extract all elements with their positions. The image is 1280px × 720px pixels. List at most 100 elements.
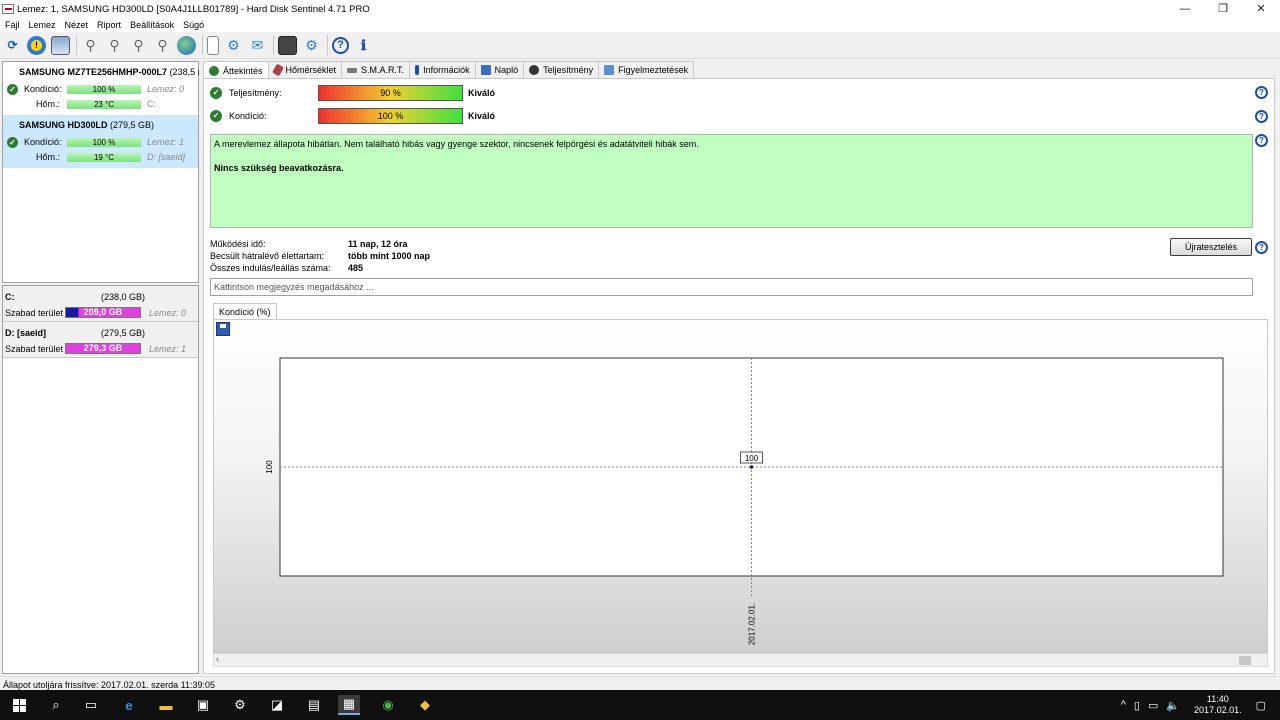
file-explorer-icon[interactable]: ▬	[155, 695, 177, 715]
disk-list: SAMSUNG MZ7TE256HMHP-000L7 (238,5 ( ✓ Ko…	[2, 61, 199, 283]
condition-bar: 100 %	[67, 85, 141, 94]
notifications-icon[interactable]: ▢	[1256, 699, 1266, 712]
disk-test-icon[interactable]: ⚲	[81, 36, 100, 55]
network-icon[interactable]: ▭	[1148, 699, 1158, 712]
tab-overview[interactable]: Áttekintés	[203, 61, 269, 79]
status-bar: Állapot utoljára frissítve: 2017.02.01. …	[0, 676, 1280, 690]
tab-condition-chart[interactable]: Kondíció (%)	[213, 303, 277, 320]
volume-item[interactable]: D: [saeid] (279,5 GB) Szabad terület 279…	[3, 322, 198, 358]
options-icon[interactable]: ⚙	[302, 36, 321, 55]
thermometer-icon	[271, 63, 284, 77]
maximize-button[interactable]: ❐	[1204, 0, 1242, 18]
disk-item[interactable]: SAMSUNG MZ7TE256HMHP-000L7 (238,5 ( ✓ Ko…	[3, 62, 200, 115]
disk-name: SAMSUNG MZ7TE256HMHP-000L7 (238,5 (	[19, 67, 199, 77]
toolbar: ⟳ ! ⚲ ⚲ ⚲ ⚲ ⚙ ✉ ⚙ ? ℹ	[0, 32, 1280, 59]
hardware-icon[interactable]	[278, 35, 297, 55]
condition-bar: 100 %	[318, 108, 463, 124]
volume-icon[interactable]: 🔈	[1166, 699, 1180, 712]
app-icon-1[interactable]: ⚙	[229, 695, 251, 715]
start-button[interactable]	[8, 695, 30, 715]
refresh-icon[interactable]: ⟳	[3, 36, 22, 55]
check-icon: ✓	[210, 87, 222, 99]
volume-item[interactable]: C: (238,0 GB) Szabad terület 209,0 GB Le…	[3, 286, 198, 322]
menu-file[interactable]: Fájl	[5, 20, 20, 30]
search-icon[interactable]: ⌕	[45, 695, 67, 715]
help-icon[interactable]: ?	[1255, 134, 1268, 147]
extended-test-icon[interactable]: ⚲	[153, 36, 172, 55]
check-icon	[209, 65, 219, 76]
note-input[interactable]: Kattintson megjegyzés megadásához ...	[210, 278, 1253, 296]
check-icon: ✓	[7, 137, 18, 148]
minimize-button[interactable]: —	[1166, 0, 1204, 18]
retest-button[interactable]: Újratesztelés	[1170, 238, 1252, 256]
disk-item-selected[interactable]: SAMSUNG HD300LD (279,5 GB) ✓ Kondíció: 1…	[3, 115, 198, 168]
toolbar-separator	[76, 35, 77, 55]
app-icon-4[interactable]: ◉	[377, 695, 399, 715]
shield-icon[interactable]: ◆	[414, 695, 436, 715]
y-tick-label: 100	[265, 460, 274, 474]
disk-condition-row: ✓ Kondíció: 100 % Lemez: 0	[3, 84, 200, 96]
help-icon[interactable]: ?	[1255, 86, 1268, 99]
web-status-icon[interactable]	[177, 35, 196, 55]
app-icon-3[interactable]: ▤	[303, 695, 325, 715]
disk-report-icon[interactable]	[51, 35, 70, 55]
tab-log[interactable]: Napló	[474, 61, 525, 78]
condition-bar: 100 %	[67, 138, 141, 147]
save-icon[interactable]	[216, 322, 230, 336]
surface-test-icon[interactable]: ⚲	[105, 36, 124, 55]
help-icon[interactable]: ?	[1255, 110, 1268, 123]
close-button[interactable]: ✕	[1242, 0, 1280, 18]
temperature-bar: 19 °C	[67, 153, 141, 162]
toolbar-separator	[273, 35, 274, 55]
free-space-bar: 279,3 GB	[65, 343, 141, 354]
store-icon[interactable]: ▣	[192, 695, 214, 715]
status-description: A merevlemez állapota hibátlan. Nem talá…	[210, 134, 1253, 228]
window-title: Lemez: 1, SAMSUNG HD300LD [S0A4J1LLB0178…	[17, 3, 370, 15]
tab-information[interactable]: Információk	[409, 61, 476, 78]
task-view-icon[interactable]: ▭	[80, 695, 102, 715]
disk-temp-row: Hőm.: 23 °C C:	[36, 99, 156, 109]
scroll-thumb[interactable]	[1239, 656, 1251, 665]
log-icon	[480, 65, 491, 75]
tab-alerts[interactable]: Figyelmeztetések	[598, 61, 695, 78]
menu-report[interactable]: Riport	[97, 20, 121, 30]
alert-icon[interactable]: !	[27, 35, 46, 55]
menu-bar: Fájl Lemez Nézet Riport Beállítások Súgó	[0, 18, 1280, 32]
help-icon[interactable]: ?	[1255, 241, 1268, 254]
horizontal-scrollbar[interactable]: ‹	[213, 653, 1268, 667]
overview-panel: ✓ Teljesítmény: 90 % Kiváló ✓ Kondíció: …	[203, 78, 1275, 674]
volume-list: C: (238,0 GB) Szabad terület 209,0 GB Le…	[2, 285, 199, 674]
edge-browser-icon[interactable]: e	[118, 695, 140, 715]
tab-smart[interactable]: S.M.A.R.T.	[341, 61, 411, 78]
settings-gear-icon[interactable]: ⚙	[224, 36, 243, 55]
performance-bar: 90 %	[318, 85, 463, 101]
about-icon[interactable]: ℹ	[354, 36, 373, 55]
disk-name: SAMSUNG HD300LD (279,5 GB)	[19, 120, 155, 130]
tab-temperature[interactable]: Hőmérséklet	[267, 61, 343, 78]
main-tabs: Áttekintés Hőmérséklet S.M.A.R.T. Inform…	[203, 61, 695, 79]
clock[interactable]: 11:40 2017.02.01.	[1194, 694, 1242, 716]
hard-disk-sentinel-taskbar-icon[interactable]: ▦	[338, 695, 360, 715]
tab-performance[interactable]: Teljesítmény	[523, 61, 600, 78]
send-report-icon[interactable]: ✉	[248, 36, 267, 55]
menu-disk[interactable]: Lemez	[29, 20, 56, 30]
short-test-icon[interactable]: ⚲	[129, 36, 148, 55]
app-icon-2[interactable]: ◪	[266, 695, 288, 715]
condition-chart: 2017.02.01. 100 100	[213, 319, 1268, 653]
toolbar-separator	[327, 35, 328, 55]
menu-view[interactable]: Nézet	[65, 20, 89, 30]
free-space-bar: 209,0 GB	[65, 307, 141, 318]
usb-icon[interactable]: ▯	[1134, 699, 1140, 712]
chart-svg: 2017.02.01. 100 100	[265, 357, 1224, 645]
x-tick-label: 2017.02.01.	[748, 603, 757, 645]
menu-settings[interactable]: Beállítások	[130, 20, 174, 30]
report-icon[interactable]	[207, 35, 219, 55]
menu-help[interactable]: Súgó	[183, 20, 204, 30]
data-label: 100	[745, 454, 759, 463]
toolbar-separator	[202, 35, 203, 55]
temperature-bar: 23 °C	[67, 100, 141, 109]
scroll-left-icon[interactable]: ‹	[216, 654, 219, 664]
help-icon[interactable]: ?	[332, 36, 349, 54]
chevron-up-icon[interactable]: ^	[1121, 699, 1126, 711]
taskbar: ⌕ ▭ e ▬ ▣ ⚙ ◪ ▤ ▦ ◉ ◆ ^ ▯ ▭ 🔈 11:40 2017…	[0, 690, 1280, 720]
